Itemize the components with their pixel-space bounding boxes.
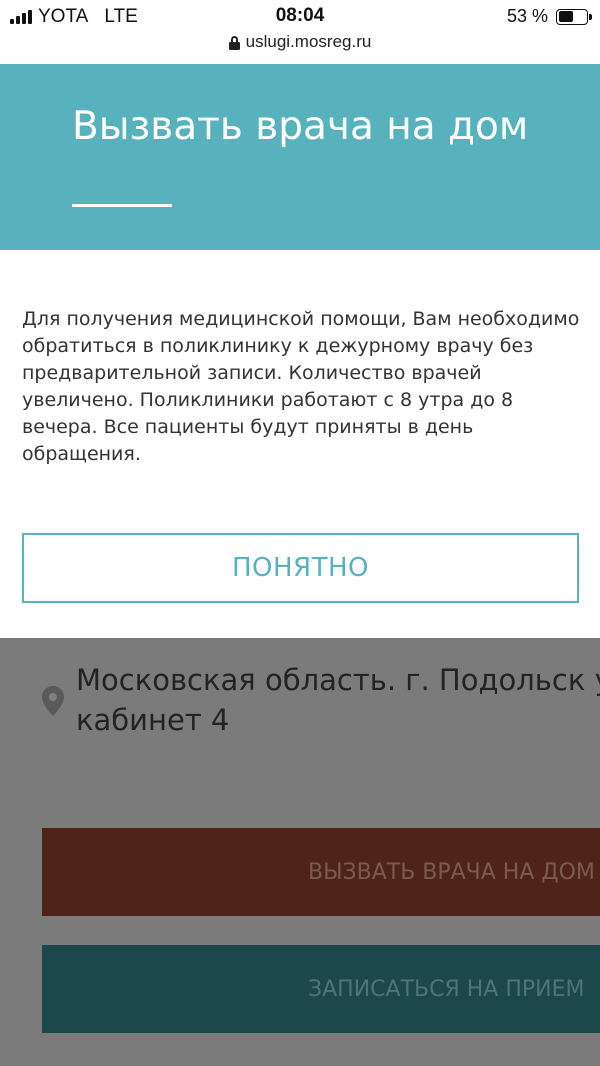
address-line-1: Московская область. г. Подольск у — [76, 663, 600, 697]
address-line-2: кабинет 4 — [76, 703, 230, 737]
ok-button[interactable]: ПОНЯТНО — [22, 533, 579, 603]
info-modal: Для получения медицинской помощи, Вам не… — [0, 250, 600, 638]
battery-fill — [558, 11, 573, 22]
battery-icon — [556, 8, 592, 25]
modal-overlay[interactable]: Московская область. г. Подольск у кабине… — [0, 638, 600, 1066]
call-doctor-button[interactable]: ВЫЗВАТЬ ВРАЧА НА ДОМ — [42, 828, 600, 916]
appointment-button[interactable]: ЗАПИСАТЬСЯ НА ПРИЕМ — [42, 945, 600, 1033]
page-header: Вызвать врача на дом — [0, 64, 600, 250]
title-underline — [72, 204, 172, 207]
url-text: uslugi.mosreg.ru — [245, 32, 372, 51]
location-pin-icon — [42, 686, 64, 716]
clinic-address: Московская область. г. Подольск у кабине… — [76, 660, 600, 740]
battery-status: 53 % — [506, 6, 592, 27]
address-bar[interactable]: uslugi.mosreg.ru — [0, 32, 600, 52]
battery-percent: 53 % — [506, 6, 548, 26]
page-title: Вызвать врача на дом — [72, 104, 529, 149]
lock-icon — [228, 36, 240, 50]
status-bar: YOTA LTE 08:04 53 % uslugi.mosreg.ru — [0, 0, 600, 64]
modal-message: Для получения медицинской помощи, Вам не… — [22, 308, 580, 465]
